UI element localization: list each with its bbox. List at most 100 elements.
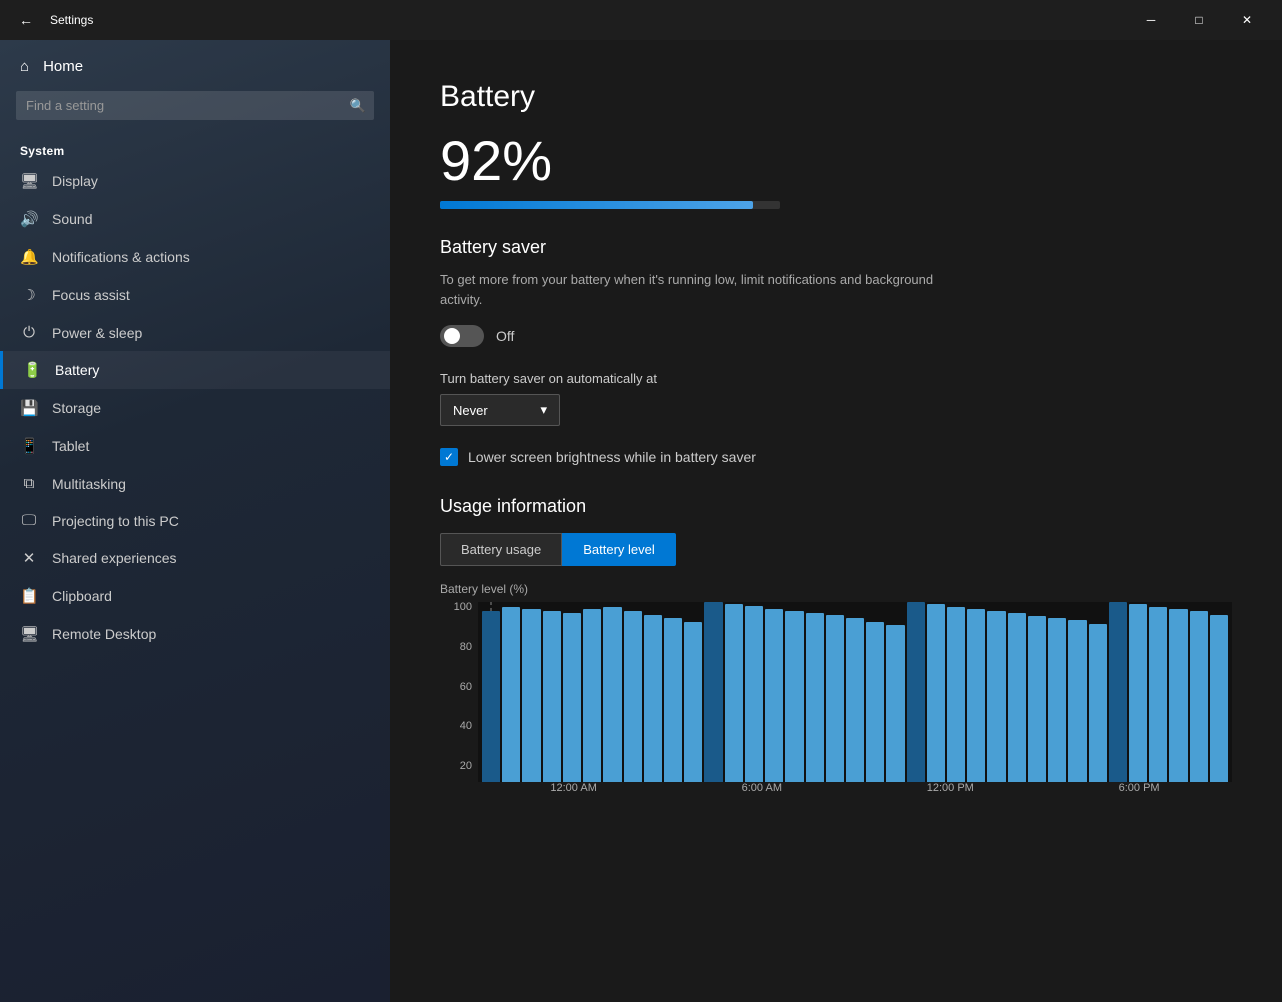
y-label-100: 100	[454, 602, 472, 613]
search-container: 🔍	[16, 91, 374, 120]
remote-icon: 🖥	[20, 625, 38, 643]
bar-item	[765, 602, 783, 782]
sidebar-item-focus[interactable]: ☽ Focus assist	[0, 276, 390, 314]
bar-item	[1008, 602, 1026, 782]
usage-title: Usage information	[440, 496, 1232, 517]
power-label: Power & sleep	[52, 325, 142, 341]
sidebar-item-home[interactable]: ⌂ Home	[0, 48, 390, 85]
close-button[interactable]: ✕	[1224, 4, 1270, 36]
battery-nav-label: Battery	[55, 362, 99, 378]
bar-item	[1109, 602, 1127, 782]
battery-saver-dropdown[interactable]: Never ▾	[440, 394, 560, 426]
sidebar-item-multitasking[interactable]: ⧉ Multitasking	[0, 465, 390, 502]
bar-item	[603, 602, 621, 782]
battery-bar	[440, 201, 780, 209]
bar-item	[947, 602, 965, 782]
bar-item	[704, 602, 722, 782]
chart-bars	[478, 602, 1232, 782]
battery-icon: 🔋	[23, 361, 41, 379]
toggle-state-label: Off	[496, 328, 514, 344]
bar-item	[1169, 602, 1187, 782]
sidebar-section-label: System	[0, 136, 390, 162]
brightness-checkbox-label: Lower screen brightness while in battery…	[468, 449, 756, 465]
notifications-icon: 🔔	[20, 248, 38, 266]
tab-battery-level[interactable]: Battery level	[562, 533, 676, 566]
battery-percentage: 92%	[440, 128, 1232, 193]
chevron-down-icon: ▾	[540, 402, 547, 418]
main-layout: ⌂ Home 🔍 System 🖥 Display 🔊 Sound 🔔 Noti…	[0, 40, 1282, 1002]
sidebar-item-clipboard[interactable]: 📋 Clipboard	[0, 577, 390, 615]
bar-item	[967, 602, 985, 782]
minimize-button[interactable]: ─	[1128, 4, 1174, 36]
sidebar-item-sound[interactable]: 🔊 Sound	[0, 200, 390, 238]
dropdown-value: Never	[453, 403, 488, 418]
bar-item	[907, 602, 925, 782]
sidebar: ⌂ Home 🔍 System 🖥 Display 🔊 Sound 🔔 Noti…	[0, 40, 390, 1002]
remote-label: Remote Desktop	[52, 626, 156, 642]
search-input[interactable]	[16, 91, 374, 120]
search-icon: 🔍	[350, 98, 366, 114]
bar-item	[644, 602, 662, 782]
bar-item	[1028, 602, 1046, 782]
x-label-12pm: 12:00 PM	[927, 782, 974, 802]
tab-battery-usage[interactable]: Battery usage	[440, 533, 562, 566]
back-button[interactable]: ←	[12, 6, 40, 34]
brightness-checkbox[interactable]: ✓	[440, 448, 458, 466]
bar-item	[745, 602, 763, 782]
toggle-knob	[444, 328, 460, 344]
battery-saver-description: To get more from your battery when it's …	[440, 270, 960, 309]
sound-label: Sound	[52, 211, 92, 227]
chart-x-labels: 12:00 AM 6:00 AM 12:00 PM 6:00 PM	[478, 782, 1232, 802]
bar-item	[522, 602, 540, 782]
checkmark-icon: ✓	[444, 450, 454, 464]
toggle-row: Off	[440, 325, 1232, 347]
sidebar-item-shared[interactable]: ✕ Shared experiences	[0, 539, 390, 577]
bar-item	[927, 602, 945, 782]
sidebar-item-battery[interactable]: 🔋 Battery	[0, 351, 390, 389]
brightness-checkbox-row: ✓ Lower screen brightness while in batte…	[440, 448, 1232, 466]
sidebar-item-storage[interactable]: 💾 Storage	[0, 389, 390, 427]
y-label-40: 40	[460, 721, 472, 732]
bar-item	[563, 602, 581, 782]
storage-label: Storage	[52, 400, 101, 416]
bar-item	[785, 602, 803, 782]
bar-item	[1068, 602, 1086, 782]
clipboard-icon: 📋	[20, 587, 38, 605]
sidebar-item-display[interactable]: 🖥 Display	[0, 162, 390, 200]
bar-item	[866, 602, 884, 782]
display-label: Display	[52, 173, 98, 189]
maximize-button[interactable]: □	[1176, 4, 1222, 36]
bar-item	[664, 602, 682, 782]
power-icon: ⏻	[20, 324, 38, 341]
content-area: Battery 92% Battery saver To get more fr…	[390, 40, 1282, 1002]
bar-item	[1129, 602, 1147, 782]
app-title: Settings	[50, 13, 93, 27]
chart-label: Battery level (%)	[440, 582, 1232, 596]
bar-item	[543, 602, 561, 782]
bar-item	[1190, 602, 1208, 782]
bar-item	[482, 602, 500, 782]
y-label-80: 80	[460, 642, 472, 653]
bar-item	[1149, 602, 1167, 782]
bar-item	[502, 602, 520, 782]
battery-saver-title: Battery saver	[440, 237, 1232, 258]
sidebar-item-projecting[interactable]: 🖵 Projecting to this PC	[0, 502, 390, 539]
shared-icon: ✕	[20, 549, 38, 567]
battery-saver-toggle[interactable]	[440, 325, 484, 347]
chart-area: 100 80 60 40 20 12:00 AM 6:00 AM 12:00 P…	[440, 602, 1232, 802]
sidebar-item-notifications[interactable]: 🔔 Notifications & actions	[0, 238, 390, 276]
x-label-6pm: 6:00 PM	[1119, 782, 1160, 802]
sidebar-item-power[interactable]: ⏻ Power & sleep	[0, 314, 390, 351]
bar-item	[583, 602, 601, 782]
y-label-20: 20	[460, 761, 472, 772]
multitasking-icon: ⧉	[20, 475, 38, 492]
notifications-label: Notifications & actions	[52, 249, 190, 265]
home-icon: ⌂	[20, 58, 29, 75]
page-title: Battery	[440, 80, 1232, 114]
bar-item	[1048, 602, 1066, 782]
sidebar-item-tablet[interactable]: 📱 Tablet	[0, 427, 390, 465]
y-label-60: 60	[460, 682, 472, 693]
sound-icon: 🔊	[20, 210, 38, 228]
sidebar-item-remote[interactable]: 🖥 Remote Desktop	[0, 615, 390, 653]
focus-label: Focus assist	[52, 287, 130, 303]
